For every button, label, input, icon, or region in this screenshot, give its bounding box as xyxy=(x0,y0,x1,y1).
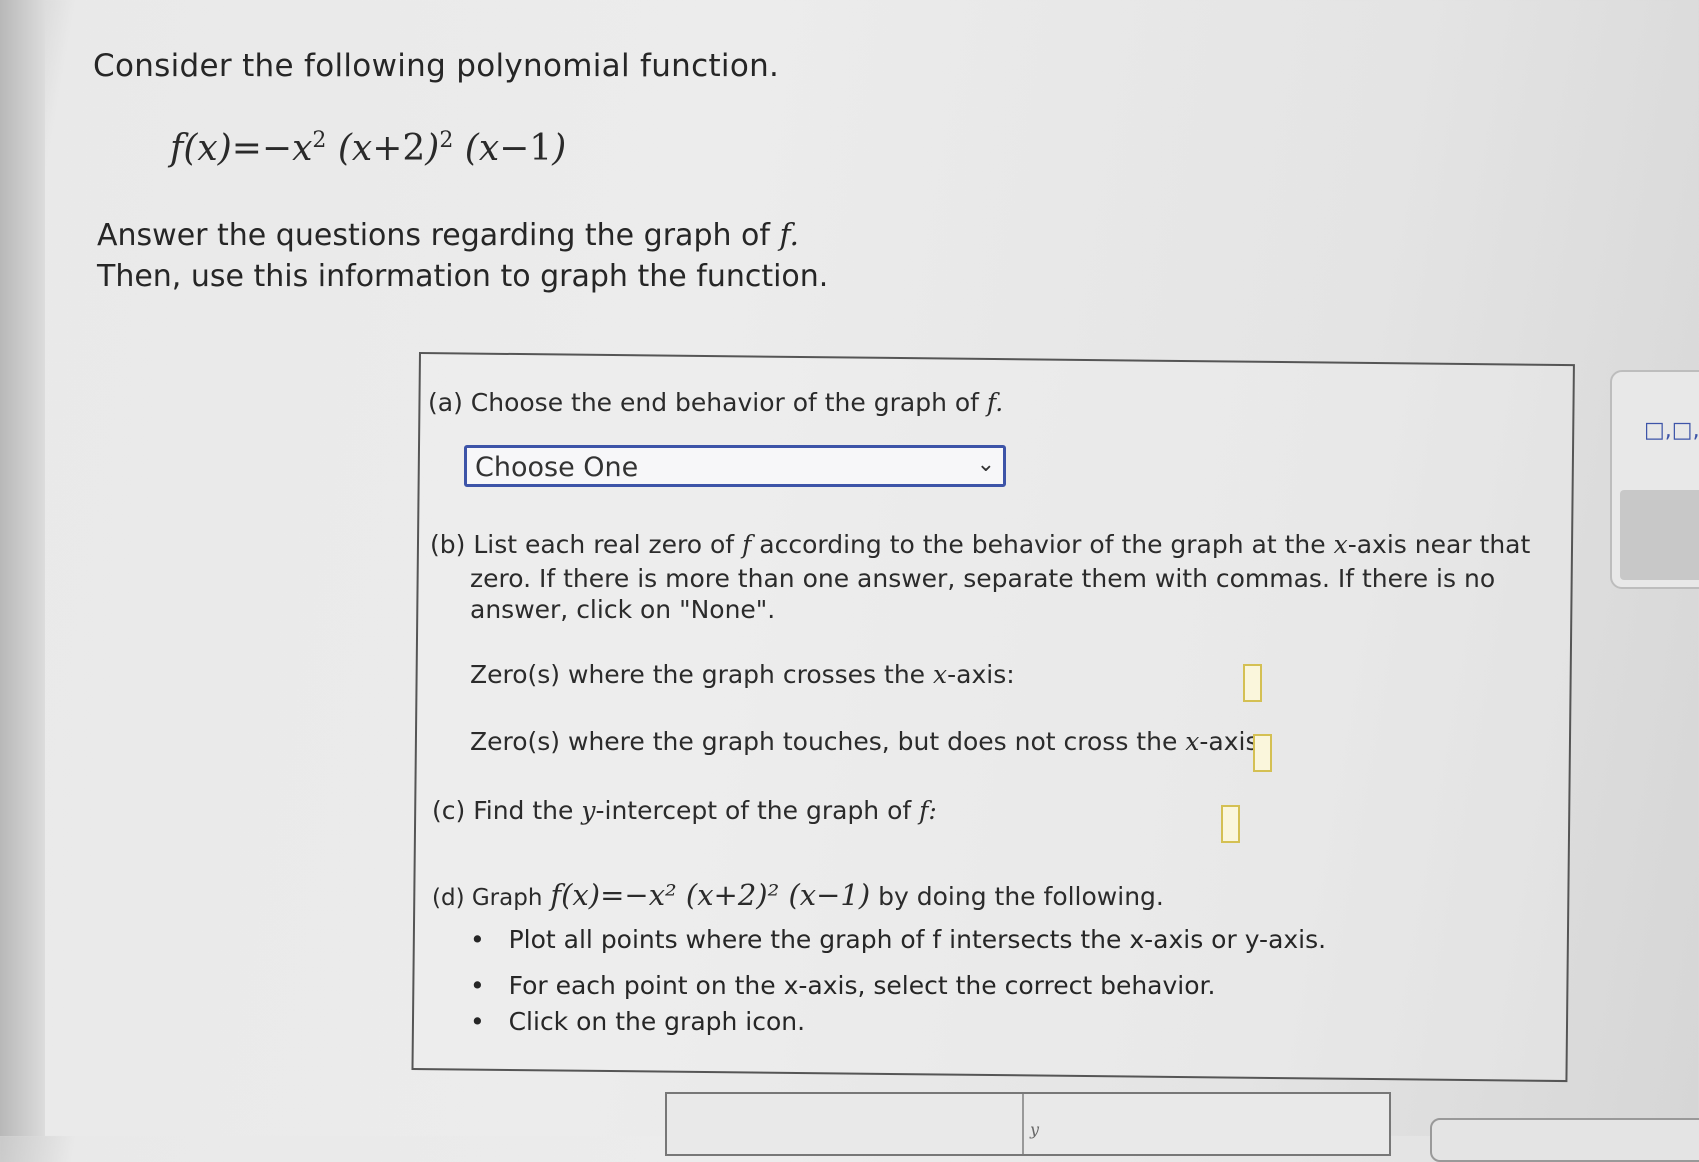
part-c-label: (c) Find the y-intercept of the graph of… xyxy=(432,796,937,825)
part-a-label: (a) Choose the end behavior of the graph… xyxy=(428,388,1004,417)
chevron-down-icon: ⌄ xyxy=(976,452,995,477)
bullet-2: • For each point on the x-axis, select t… xyxy=(470,971,1216,1000)
touches-answer-input[interactable] xyxy=(1253,734,1272,772)
left-shade xyxy=(0,0,45,1136)
bullet-3: • Click on the graph icon. xyxy=(470,1007,806,1036)
tool-button[interactable] xyxy=(1620,490,1699,580)
y-intercept-input[interactable] xyxy=(1221,805,1240,843)
y-axis-line xyxy=(1022,1094,1024,1154)
graph-tools-panel[interactable] xyxy=(1430,1118,1699,1162)
end-behavior-select[interactable]: Choose One ⌄ xyxy=(464,445,1006,487)
part-b-line1: (b) List each real zero of f according t… xyxy=(430,530,1531,559)
graph-area[interactable]: y xyxy=(665,1092,1391,1156)
crosses-label: Zero(s) where the graph crosses the x-ax… xyxy=(470,660,1015,689)
function-formula: f(x)=−x2 (x+2)2 (x−1) xyxy=(170,128,567,169)
right-tool-panel: □,□, xyxy=(1610,370,1699,589)
y-axis-label: y xyxy=(1030,1120,1040,1139)
part-d-label: (d) Graph f(x)=−x² (x+2)² (x−1) by doing… xyxy=(432,878,1164,912)
instructions: Answer the questions regarding the graph… xyxy=(97,218,829,294)
intro-text: Consider the following polynomial functi… xyxy=(93,48,780,84)
touches-label: Zero(s) where the graph touches, but doe… xyxy=(470,727,1267,756)
part-b-line3: answer, click on "None". xyxy=(470,595,776,624)
crosses-answer-input[interactable] xyxy=(1243,664,1262,702)
select-value: Choose One xyxy=(475,452,639,483)
bullet-1: • Plot all points where the graph of f i… xyxy=(470,925,1327,954)
interval-notation-icon[interactable]: □,□, xyxy=(1644,418,1699,443)
part-b-line2: zero. If there is more than one answer, … xyxy=(470,564,1496,593)
